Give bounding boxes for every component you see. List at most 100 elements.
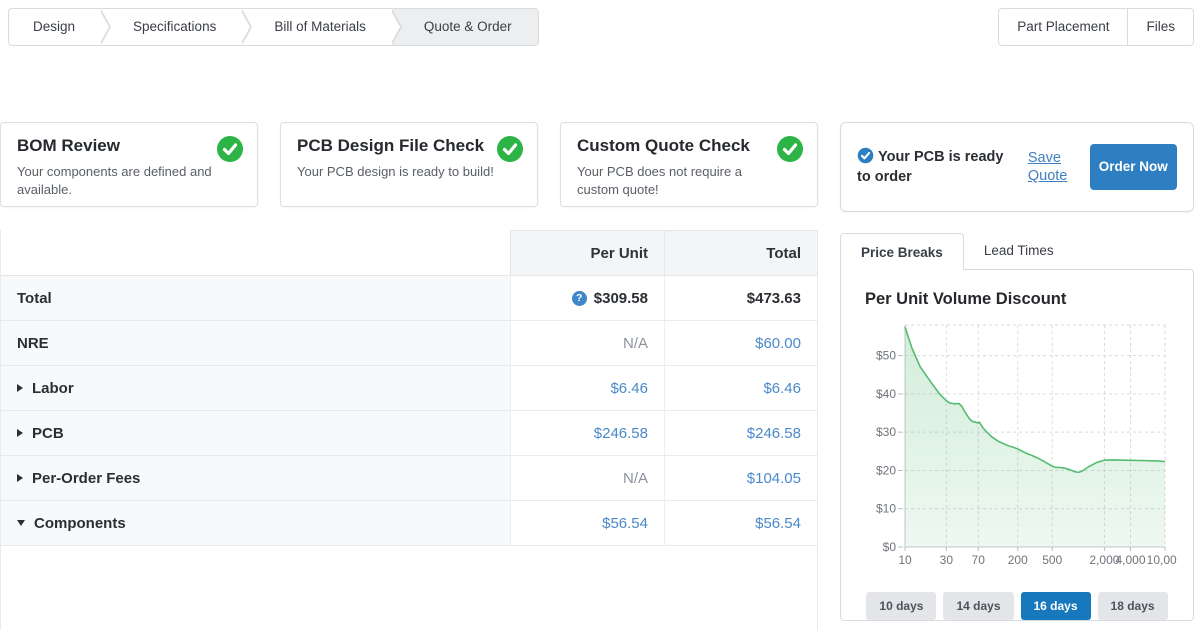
- check-circle-icon: [777, 136, 803, 162]
- top-actions: Part PlacementFiles: [998, 8, 1194, 46]
- svg-text:200: 200: [1008, 553, 1028, 567]
- status-cards: BOM ReviewYour components are defined an…: [0, 122, 818, 207]
- svg-text:10,000: 10,000: [1147, 553, 1177, 567]
- step-bill-of-materials[interactable]: Bill of Materials: [242, 9, 392, 45]
- expand-icon[interactable]: [17, 474, 23, 482]
- header-label-cell: [1, 230, 510, 275]
- total-value: $104.05: [747, 470, 801, 487]
- lead-time-14-days-button[interactable]: 14 days: [943, 592, 1013, 620]
- per-unit-value: $309.58: [594, 290, 648, 307]
- row-label-cell: Components: [1, 501, 510, 545]
- cost-table-header: Per Unit Total: [1, 230, 817, 276]
- total-value: $60.00: [755, 335, 801, 352]
- svg-text:10: 10: [898, 553, 912, 567]
- status-card-pcb-design-file-check: PCB Design File Check Your PCB design is …: [280, 122, 538, 207]
- cost-table: Per Unit Total Total? $309.58 $473.63 NRE N/…: [0, 230, 818, 630]
- table-row-labor[interactable]: Labor $6.46 $6.46: [1, 366, 817, 411]
- svg-text:$40: $40: [876, 387, 896, 401]
- step-quote-order[interactable]: Quote & Order: [392, 9, 538, 45]
- status-card-title: Custom Quote Check: [577, 136, 801, 156]
- total-value: $56.54: [755, 515, 801, 532]
- table-row-pcb[interactable]: PCB $246.58 $246.58: [1, 411, 817, 456]
- row-label-cell: PCB: [1, 411, 510, 455]
- ready-message-text: Your PCB is ready to order: [857, 149, 1003, 185]
- total-cell: $104.05: [664, 456, 817, 500]
- collapse-icon[interactable]: [17, 520, 25, 526]
- svg-text:$30: $30: [876, 425, 896, 439]
- per-unit-cell: $56.54: [510, 501, 664, 545]
- row-label-cell: Total: [1, 276, 510, 320]
- check-circle-icon: [217, 136, 243, 162]
- price-breaks-panel: Price BreaksLead Times Per Unit Volume D…: [840, 232, 1194, 621]
- cost-table-body: Total? $309.58 $473.63 NRE N/A $60.00 Labor $6.…: [1, 276, 817, 546]
- per-unit-value: $6.46: [610, 380, 648, 397]
- row-label-cell: Per-Order Fees: [1, 456, 510, 500]
- svg-text:$50: $50: [876, 349, 896, 363]
- step-design[interactable]: Design: [9, 9, 101, 45]
- per-unit-cell: ? $309.58: [510, 276, 664, 320]
- status-card-title: PCB Design File Check: [297, 136, 521, 156]
- total-value: $6.46: [763, 380, 801, 397]
- price-panel-body: Per Unit Volume Discount $0 $10 $20 $30 $40 $…: [840, 269, 1194, 621]
- breadcrumb: DesignSpecificationsBill of MaterialsQuo…: [8, 8, 539, 46]
- per-unit-value: $246.58: [594, 425, 648, 442]
- part-placement-button[interactable]: Part Placement: [999, 9, 1127, 45]
- tab-price-breaks[interactable]: Price Breaks: [840, 233, 964, 270]
- row-label: PCB: [32, 425, 64, 442]
- total-cell: $473.63: [664, 276, 817, 320]
- total-cell: $246.58: [664, 411, 817, 455]
- total-cell: $60.00: [664, 321, 817, 365]
- table-row-components[interactable]: Components $56.54 $56.54: [1, 501, 817, 546]
- per-unit-cell: $6.46: [510, 366, 664, 410]
- svg-text:70: 70: [972, 553, 986, 567]
- svg-text:$20: $20: [876, 463, 896, 477]
- total-cell: $56.54: [664, 501, 817, 545]
- per-unit-cell: $246.58: [510, 411, 664, 455]
- files-button[interactable]: Files: [1127, 9, 1193, 45]
- svg-text:500: 500: [1042, 553, 1062, 567]
- check-circle-icon: [497, 136, 523, 162]
- status-card-description: Your PCB design is ready to build!: [297, 163, 505, 181]
- status-card-description: Your PCB does not require a custom quote…: [577, 163, 785, 200]
- per-unit-value: N/A: [623, 470, 648, 487]
- save-quote-link[interactable]: Save Quote: [1028, 149, 1076, 185]
- row-label: Components: [34, 515, 126, 532]
- per-unit-cell: N/A: [510, 321, 664, 365]
- check-circle-icon: [857, 147, 874, 164]
- svg-text:$10: $10: [876, 502, 896, 516]
- chart-title: Per Unit Volume Discount: [865, 290, 1177, 309]
- header-total: Total: [664, 230, 817, 275]
- total-value: $246.58: [747, 425, 801, 442]
- price-panel-tabs: Price BreaksLead Times: [840, 232, 1194, 269]
- header-per-unit: Per Unit: [510, 230, 664, 275]
- lead-time-16-days-button[interactable]: 16 days: [1021, 592, 1091, 620]
- lead-time-10-days-button[interactable]: 10 days: [866, 592, 936, 620]
- row-label-cell: Labor: [1, 366, 510, 410]
- expand-icon[interactable]: [17, 384, 23, 392]
- per-unit-cell: N/A: [510, 456, 664, 500]
- table-row-nre[interactable]: NRE N/A $60.00: [1, 321, 817, 366]
- total-cell: $6.46: [664, 366, 817, 410]
- per-unit-value: N/A: [623, 335, 648, 352]
- row-label: Labor: [32, 380, 74, 397]
- total-value: $473.63: [747, 290, 801, 307]
- tab-lead-times[interactable]: Lead Times: [964, 233, 1074, 269]
- row-label: NRE: [17, 335, 49, 352]
- per-unit-value: $56.54: [602, 515, 648, 532]
- order-now-button[interactable]: Order Now: [1090, 144, 1177, 190]
- ready-panel: Your PCB is ready to order Save Quote Or…: [840, 122, 1194, 212]
- svg-text:$0: $0: [883, 540, 897, 554]
- status-card-custom-quote-check: Custom Quote Check Your PCB does not requ…: [560, 122, 818, 207]
- ready-message: Your PCB is ready to order: [857, 147, 1014, 187]
- row-label: Total: [17, 290, 52, 307]
- lead-time-18-days-button[interactable]: 18 days: [1098, 592, 1168, 620]
- svg-text:4,000: 4,000: [1115, 553, 1145, 567]
- expand-icon[interactable]: [17, 429, 23, 437]
- help-icon[interactable]: ?: [572, 291, 587, 306]
- table-row-total[interactable]: Total? $309.58 $473.63: [1, 276, 817, 321]
- status-card-bom-review: BOM ReviewYour components are defined an…: [0, 122, 258, 207]
- table-row-per-order-fees[interactable]: Per-Order Fees N/A $104.05: [1, 456, 817, 501]
- status-card-description: Your components are defined and availabl…: [17, 163, 225, 200]
- step-specifications[interactable]: Specifications: [101, 9, 242, 45]
- row-label-cell: NRE: [1, 321, 510, 365]
